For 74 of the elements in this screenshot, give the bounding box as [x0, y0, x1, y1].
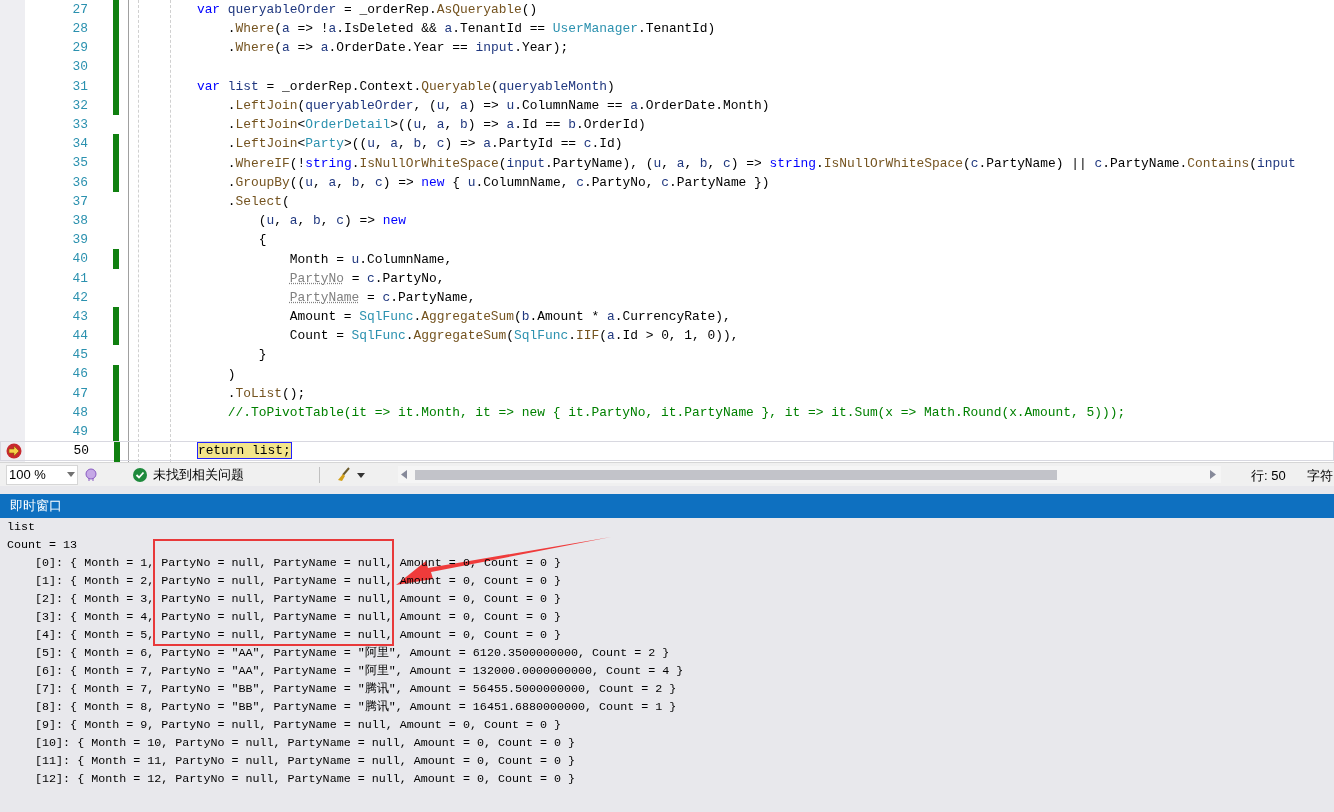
line-number: 45 [71, 346, 88, 365]
output-line: [8]: { Month = 8, PartyNo = "BB", PartyName = "腾讯", Amount = 16451.6880000000, Count = 1 } [34, 699, 678, 716]
current-statement-arrow-icon[interactable] [5, 443, 23, 460]
line-number: 47 [71, 384, 88, 403]
output-line: [11]: { Month = 11, PartyNo = null, PartyName = null, Amount = 0, Count = 0 } [34, 753, 577, 770]
line-number: 44 [71, 327, 88, 346]
code-line: } [257, 346, 267, 364]
horizontal-scrollbar[interactable] [398, 466, 1221, 483]
code-line: { [257, 231, 267, 249]
zoom-dropdown[interactable]: 100 % [6, 464, 78, 485]
line-indicator: 行: 50 [1251, 467, 1286, 485]
output-line: [10]: { Month = 10, PartyNo = null, PartyName = null, Amount = 0, Count = 0 } [34, 735, 577, 752]
code-line: var list = _orderRep.Context.Queryable(queryableMonth) [195, 77, 615, 95]
output-line: list [7, 519, 37, 536]
brain-icon[interactable] [84, 467, 98, 482]
code-line: .Where(a => !a.IsDeleted && a.TenantId == UserManager.TenantId) [226, 20, 716, 38]
output-line: [3]: { Month = 4, PartyNo = null, PartyName = null, Amount = 0, Count = 0 } [34, 609, 563, 626]
line-number: 37 [71, 192, 88, 211]
code-line: .LeftJoin<Party>((u, a, b, c) => a.PartyId == c.Id) [226, 135, 623, 153]
output-line: [4]: { Month = 5, PartyNo = null, PartyName = null, Amount = 0, Count = 0 } [34, 627, 563, 644]
check-icon [133, 467, 147, 482]
line-number: 42 [71, 288, 88, 307]
line-number: 31 [71, 77, 88, 96]
issues-status: 未找到相关问题 [153, 465, 244, 484]
line-number: 34 [71, 135, 88, 154]
line-number: 46 [71, 365, 88, 384]
line-number: 50 [72, 442, 89, 461]
line-number: 27 [71, 0, 88, 19]
right-arrow-icon[interactable] [1210, 470, 1216, 479]
code-line: ) [226, 365, 236, 383]
line-number: 29 [71, 39, 88, 58]
code-line: .Select( [226, 192, 290, 210]
line-number: 41 [71, 269, 88, 288]
caret-icon [67, 472, 75, 477]
caret-icon[interactable] [357, 473, 365, 478]
line-number: 28 [71, 20, 88, 39]
line-number: 49 [71, 423, 88, 442]
code-line: Count = SqlFunc.AggregateSum(SqlFunc.IIF(a.Id > 0, 1, 0)), [288, 327, 739, 345]
code-line: (u, a, b, c) => new [257, 212, 406, 230]
line-number: 32 [71, 96, 88, 115]
output-line: [5]: { Month = 6, PartyNo = "AA", PartyName = "阿里", Amount = 6120.3500000000, Count = 2 } [34, 645, 671, 662]
line-number: 35 [71, 154, 88, 173]
code-line: .GroupBy((u, a, b, c) => new { u.ColumnName, c.PartyNo, c.PartyName }) [226, 173, 770, 191]
code-line: .LeftJoin(queryableOrder, (u, a) => u.ColumnName == a.OrderDate.Month) [226, 97, 770, 115]
output-line: [7]: { Month = 7, PartyNo = "BB", PartyName = "腾讯", Amount = 56455.5000000000, Count = 2 } [34, 681, 678, 698]
output-line: [9]: { Month = 9, PartyNo = null, PartyName = null, Amount = 0, Count = 0 } [34, 717, 563, 734]
code-line: .WhereIF(!string.IsNullOrWhiteSpace(input.PartyName), (u, a, b, c) => string.IsNullOrWhiteSpace(c.PartyName) || c.PartyName.Contains(input [226, 154, 1296, 172]
code-line: var queryableOrder = _orderRep.AsQueryable() [195, 1, 538, 19]
output-line: Count = 13 [7, 537, 79, 554]
output-line: [6]: { Month = 7, PartyNo = "AA", PartyName = "阿里", Amount = 132000.0000000000, Count = 4 } [34, 663, 685, 680]
code-line: .ToList(); [226, 384, 306, 402]
code-line: //.ToPivotTable(it => it.Month, it => new { it.PartyNo, it.PartyName }, it => it.Sum(x => Math.Round(x.Amount, 5))); [226, 404, 1126, 422]
code-line: Month = u.ColumnName, [288, 250, 453, 268]
scrollbar-thumb[interactable] [415, 469, 1057, 480]
output-line: [2]: { Month = 3, PartyNo = null, PartyName = null, Amount = 0, Count = 0 } [34, 591, 563, 608]
left-arrow-icon[interactable] [401, 470, 407, 479]
column-indicator: 字符 [1307, 467, 1333, 485]
code-line: Amount = SqlFunc.AggregateSum(b.Amount * a.CurrencyRate), [288, 308, 731, 326]
output-line: [12]: { Month = 12, PartyNo = null, PartyName = null, Amount = 0, Count = 0 } [34, 771, 577, 788]
code-line: PartyName = c.PartyName, [288, 288, 476, 306]
code-line: .LeftJoin<OrderDetail>((u, a, b) => a.Id == b.OrderId) [226, 116, 646, 134]
line-number: 38 [71, 212, 88, 230]
broom-icon[interactable] [337, 467, 351, 482]
line-number: 40 [71, 250, 88, 269]
line-number: 39 [71, 231, 88, 250]
output-line: [0]: { Month = 1, PartyNo = null, PartyName = null, Amount = 0, Count = 0 } [34, 555, 563, 572]
line-number: 43 [71, 307, 88, 326]
panel-title: 即时窗口 [10, 497, 62, 516]
line-number: 30 [71, 58, 88, 77]
line-number: 36 [71, 173, 88, 192]
code-line: PartyNo = c.PartyNo, [288, 269, 445, 287]
line-number: 33 [71, 116, 88, 135]
code-line: .Where(a => a.OrderDate.Year == input.Year); [226, 39, 569, 57]
line-number: 48 [71, 403, 88, 422]
